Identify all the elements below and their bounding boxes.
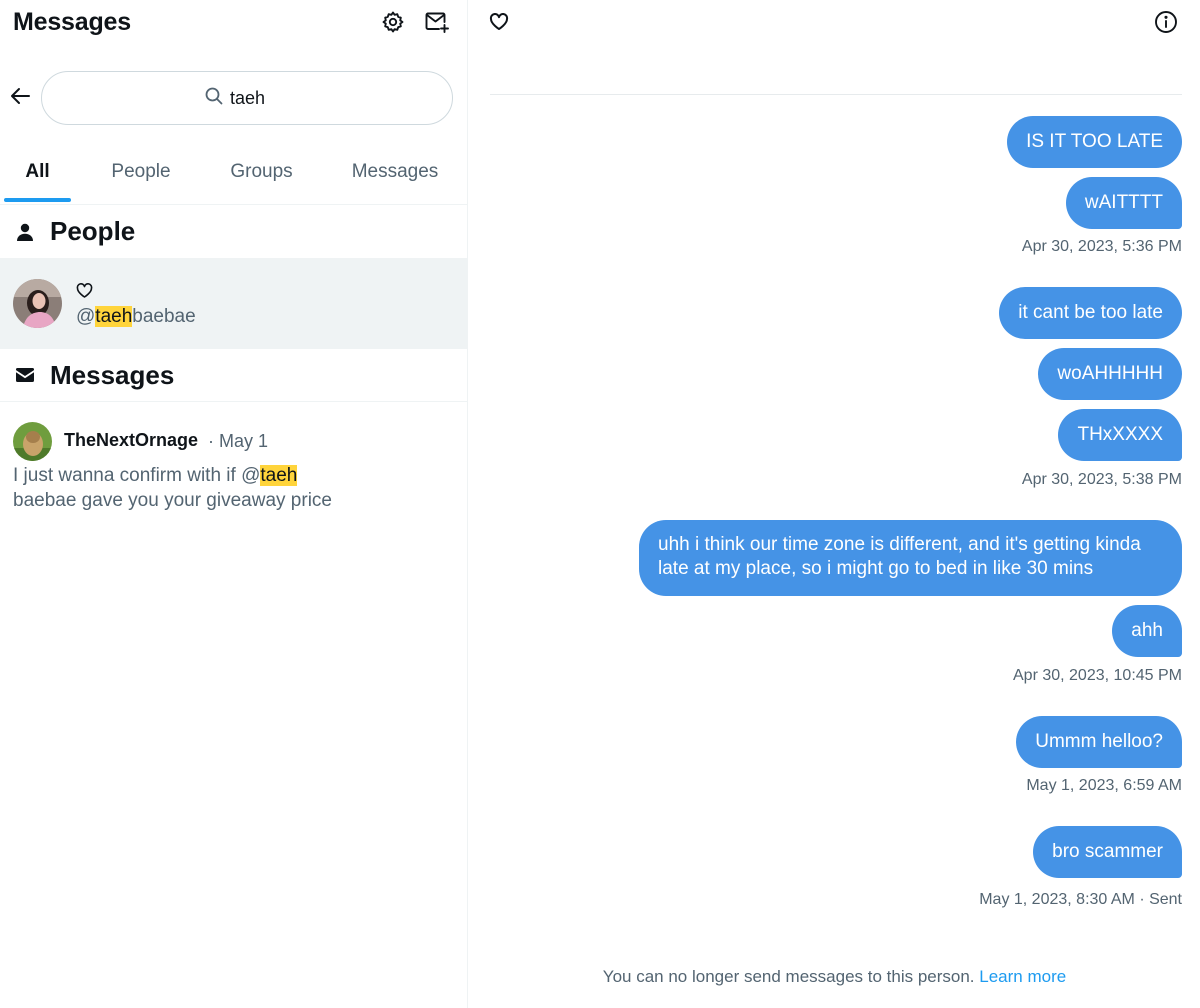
arrow-left-icon xyxy=(9,86,31,111)
conversation-pane: IS IT TOO LATE wAITTTT Apr 30, 2023, 5:3… xyxy=(469,0,1200,1008)
learn-more-link[interactable]: Learn more xyxy=(979,967,1066,986)
messages-section-header: Messages xyxy=(0,349,468,402)
search-input[interactable] xyxy=(230,87,290,109)
section-title: Messages xyxy=(50,359,175,390)
message-snippet: I just wanna confirm with if @taeh baeba… xyxy=(13,463,343,513)
message-bubble[interactable]: IS IT TOO LATE xyxy=(1007,116,1182,168)
message-bubble[interactable]: THxXXXX xyxy=(1058,409,1182,461)
message-bubble[interactable]: it cant be too late xyxy=(999,287,1182,339)
person-result[interactable] xyxy=(0,258,468,349)
conversation-info-button[interactable] xyxy=(1151,9,1181,39)
header-divider xyxy=(490,94,1182,95)
back-button[interactable] xyxy=(6,84,34,112)
heart-icon xyxy=(76,283,93,304)
message-bubble[interactable]: Ummm helloo? xyxy=(1016,716,1182,768)
conversation-header-button[interactable] xyxy=(484,9,514,39)
tab-all[interactable]: All xyxy=(4,150,71,205)
new-message-icon xyxy=(424,10,450,39)
snippet-text: baebae gave you your giveaway price xyxy=(13,490,332,511)
envelope-icon xyxy=(0,366,50,384)
message-date: · May 1 xyxy=(208,431,269,451)
active-tab-indicator xyxy=(4,198,71,202)
settings-button[interactable] xyxy=(378,9,408,39)
handle-rest: baebae xyxy=(132,306,196,327)
message-bubble[interactable]: bro scammer xyxy=(1033,826,1182,878)
conversation-list-pane: Messages taeh All People Groups Messages… xyxy=(0,0,468,1008)
tab-groups[interactable]: Groups xyxy=(214,150,309,205)
filter-tabs: All People Groups Messages xyxy=(0,150,468,205)
message-timestamp: Apr 30, 2023, 5:36 PM xyxy=(1021,238,1182,255)
heart-icon xyxy=(489,12,509,36)
new-message-button[interactable] xyxy=(422,9,452,39)
snippet-text: I just wanna confirm with if @ xyxy=(13,465,261,486)
people-section-header: People xyxy=(0,205,468,258)
tab-people[interactable]: People xyxy=(95,150,187,205)
avatar xyxy=(13,422,52,461)
section-title: People xyxy=(50,216,136,246)
conversation-blocked-notice: You can no longer send messages to this … xyxy=(469,967,1200,987)
message-timestamp: Apr 30, 2023, 5:38 PM xyxy=(1021,471,1182,488)
search-highlight: taeh xyxy=(95,306,133,327)
message-timestamp: May 1, 2023, 6:59 AM xyxy=(1026,777,1182,794)
sender-name: TheNextOrnage xyxy=(64,430,199,450)
message-bubble[interactable]: wAITTTT xyxy=(1065,177,1182,229)
message-bubble[interactable]: ahh xyxy=(1112,605,1182,657)
person-handle: @taehbaebae xyxy=(76,306,196,328)
message-timestamp: Apr 30, 2023, 10:45 PM xyxy=(1013,667,1182,684)
handle-prefix: @ xyxy=(76,306,96,327)
page-title: Messages xyxy=(13,8,131,36)
message-bubble[interactable]: woAHHHHH xyxy=(1038,348,1182,400)
info-icon xyxy=(1154,10,1178,39)
tab-messages[interactable]: Messages xyxy=(340,150,450,205)
message-timestamp: May 1, 2023, 8:30 AM · Sent xyxy=(979,891,1182,908)
search-highlight: taeh xyxy=(260,465,298,486)
notice-text: You can no longer send messages to this … xyxy=(602,967,975,986)
search-field[interactable] xyxy=(41,71,453,125)
search-icon xyxy=(204,86,224,111)
message-bubble[interactable]: uhh i think our time zone is different, … xyxy=(639,520,1182,596)
person-icon xyxy=(0,222,50,242)
avatar xyxy=(13,279,62,328)
gear-icon xyxy=(381,10,405,39)
